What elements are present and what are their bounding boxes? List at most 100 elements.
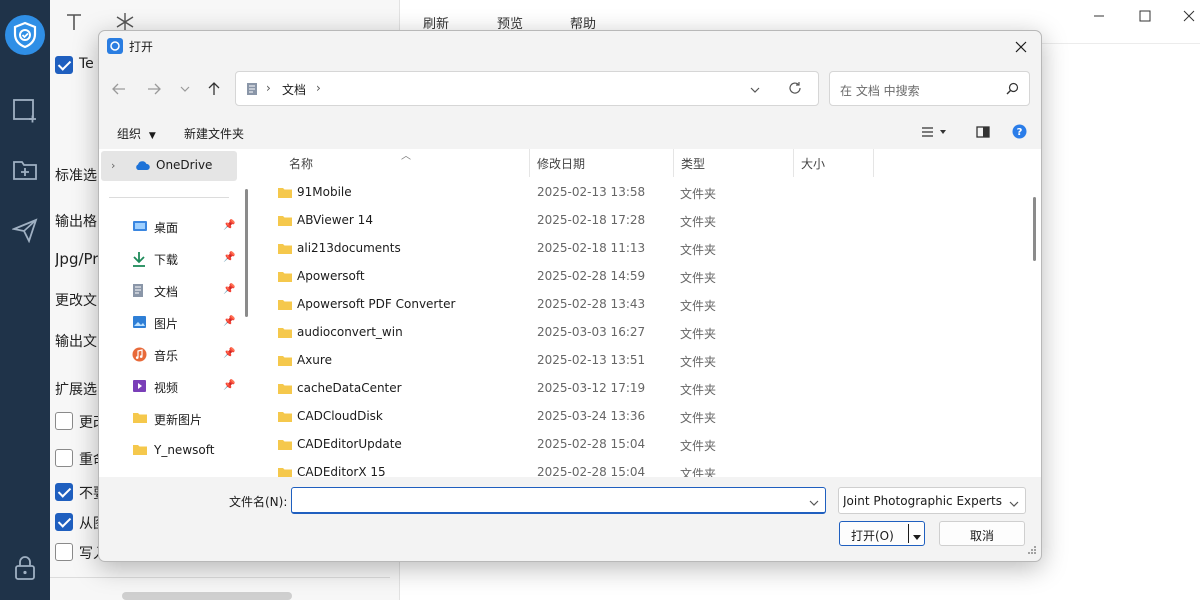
help-icon[interactable]: ? bbox=[1012, 124, 1027, 142]
output-format-label: 输出格 bbox=[55, 214, 97, 230]
column-header-date[interactable]: 修改日期 bbox=[530, 149, 673, 177]
table-row[interactable]: ABViewer 14 2025-02-18 17:28 文件夹 bbox=[255, 207, 1027, 235]
file-date: 2025-03-24 13:36 bbox=[537, 409, 646, 423]
table-row[interactable]: Axure 2025-02-13 13:51 文件夹 bbox=[255, 347, 1027, 375]
column-header-name[interactable]: ︿ 名称 bbox=[255, 149, 529, 177]
file-type: 文件夹 bbox=[680, 383, 717, 397]
column-header-type[interactable]: 类型 bbox=[674, 149, 793, 177]
table-row[interactable]: Apowersoft 2025-02-28 14:59 文件夹 bbox=[255, 263, 1027, 291]
panel-horizontal-scrollbar[interactable] bbox=[122, 592, 292, 600]
table-row[interactable]: 91Mobile 2025-02-13 13:58 文件夹 bbox=[255, 179, 1027, 207]
search-icon[interactable] bbox=[1006, 82, 1019, 99]
change-file-label: 更改文 bbox=[55, 293, 97, 309]
table-row[interactable]: CADCloudDisk 2025-03-24 13:36 文件夹 bbox=[255, 403, 1027, 431]
file-name: Axure bbox=[297, 353, 332, 367]
column-divider[interactable] bbox=[873, 149, 874, 177]
cancel-button-label: 取消 bbox=[969, 529, 994, 543]
filename-input[interactable] bbox=[296, 491, 796, 511]
top-checkbox[interactable] bbox=[55, 56, 73, 74]
add-folder-icon[interactable] bbox=[11, 156, 39, 184]
resize-grip-icon[interactable] bbox=[1027, 544, 1037, 559]
preview-pane-icon[interactable] bbox=[976, 126, 990, 141]
table-row[interactable]: cacheDataCenter 2025-03-12 17:19 文件夹 bbox=[255, 375, 1027, 403]
shield-logo-icon bbox=[5, 15, 45, 55]
organize-dropdown-icon: ▼ bbox=[148, 131, 156, 141]
breadcrumb-separator: › bbox=[266, 81, 271, 95]
pin-icon[interactable]: 📌 bbox=[223, 380, 235, 391]
table-row[interactable]: audioconvert_win 2025-03-03 16:27 文件夹 bbox=[255, 319, 1027, 347]
address-bar[interactable]: › 文档 › bbox=[235, 71, 819, 106]
open-options-dropdown-icon[interactable] bbox=[912, 530, 922, 545]
back-arrow-icon[interactable] bbox=[107, 77, 131, 101]
filename-history-dropdown-icon[interactable] bbox=[809, 495, 819, 510]
sidebar-item-updated-pictures[interactable]: 更新图片 bbox=[99, 405, 239, 433]
breadcrumb-documents[interactable]: 文档 bbox=[282, 81, 306, 98]
option-checkbox-4[interactable] bbox=[55, 513, 73, 531]
file-date: 2025-02-13 13:58 bbox=[537, 185, 646, 199]
up-arrow-icon[interactable] bbox=[202, 77, 226, 101]
close-icon[interactable] bbox=[1009, 35, 1033, 59]
file-type-filter[interactable]: Joint Photographic Experts Group bbox=[838, 487, 1026, 514]
nav-pane-scrollbar[interactable] bbox=[245, 189, 248, 317]
sidebar-item-documents[interactable]: 文档 📌 bbox=[99, 277, 239, 305]
folder-icon bbox=[277, 186, 293, 203]
option-checkbox-1[interactable] bbox=[55, 412, 73, 430]
sidebar-item-label: 文档 bbox=[154, 285, 179, 299]
lock-icon[interactable] bbox=[11, 554, 39, 582]
file-name: Apowersoft PDF Converter bbox=[297, 297, 456, 311]
table-row[interactable]: CADEditorX 15 2025-02-28 15:04 文件夹 bbox=[255, 459, 1027, 477]
pin-icon[interactable]: 📌 bbox=[223, 316, 235, 327]
search-box[interactable]: 在 文档 中搜索 bbox=[829, 71, 1030, 106]
organize-button[interactable]: 组织 ▼ bbox=[117, 125, 156, 142]
sidebar-item-y-newsoft[interactable]: Y_newsoft bbox=[99, 437, 239, 465]
send-icon[interactable] bbox=[11, 216, 39, 244]
add-file-icon[interactable] bbox=[11, 96, 39, 124]
maximize-icon[interactable] bbox=[1133, 4, 1157, 28]
document-icon bbox=[246, 82, 258, 100]
split-divider bbox=[908, 524, 909, 543]
open-file-dialog: 打开 › 文档 › 在 文档 中搜索 组织 ▼ 新建文件夹 ? › OneDri… bbox=[98, 30, 1042, 562]
refresh-icon[interactable] bbox=[788, 81, 802, 99]
file-type: 文件夹 bbox=[680, 187, 717, 201]
sidebar-item-videos[interactable]: 视频 📌 bbox=[99, 373, 239, 401]
filename-field[interactable] bbox=[291, 487, 826, 514]
new-folder-button[interactable]: 新建文件夹 bbox=[184, 125, 244, 142]
text-tool-icon[interactable] bbox=[62, 10, 86, 34]
recent-locations-chevron-icon[interactable] bbox=[173, 77, 197, 101]
column-header-size[interactable]: 大小 bbox=[794, 149, 873, 177]
sidebar-item-label: 下载 bbox=[154, 253, 179, 267]
sidebar-item-pictures[interactable]: 图片 📌 bbox=[99, 309, 239, 337]
open-button[interactable]: 打开(O) bbox=[839, 521, 925, 546]
pin-icon[interactable]: 📌 bbox=[223, 220, 235, 231]
table-row[interactable]: CADEditorUpdate 2025-02-28 15:04 文件夹 bbox=[255, 431, 1027, 459]
pin-icon[interactable]: 📌 bbox=[223, 284, 235, 295]
expand-chevron-icon[interactable]: › bbox=[111, 159, 115, 172]
sidebar-item-music[interactable]: 音乐 📌 bbox=[99, 341, 239, 369]
file-list-scrollbar[interactable] bbox=[1033, 197, 1036, 261]
sidebar-item-desktop[interactable]: 桌面 📌 bbox=[99, 213, 239, 241]
option-checkbox-3[interactable] bbox=[55, 483, 73, 501]
pin-icon[interactable]: 📌 bbox=[223, 348, 235, 359]
minimize-icon[interactable] bbox=[1087, 4, 1111, 28]
forward-arrow-icon[interactable] bbox=[142, 77, 166, 101]
address-dropdown-icon[interactable] bbox=[750, 82, 760, 97]
sidebar-item-onedrive[interactable]: › OneDrive bbox=[101, 151, 237, 181]
cancel-button[interactable]: 取消 bbox=[939, 521, 1025, 546]
table-row[interactable]: Apowersoft PDF Converter 2025-02-28 13:4… bbox=[255, 291, 1027, 319]
option-checkbox-5[interactable] bbox=[55, 543, 73, 561]
file-name: ali213documents bbox=[297, 241, 401, 255]
file-name: ABViewer 14 bbox=[297, 213, 373, 227]
cloud-icon bbox=[134, 160, 150, 175]
close-window-icon[interactable] bbox=[1177, 4, 1200, 28]
output-format-value[interactable]: Jpg/Pr bbox=[55, 250, 98, 268]
sidebar-item-downloads[interactable]: 下载 📌 bbox=[99, 245, 239, 273]
option-checkbox-2[interactable] bbox=[55, 449, 73, 467]
file-date: 2025-02-28 13:43 bbox=[537, 297, 646, 311]
file-date: 2025-03-12 17:19 bbox=[537, 381, 646, 395]
breadcrumb-separator-end[interactable]: › bbox=[316, 81, 321, 95]
command-bar: 组织 ▼ 新建文件夹 ? bbox=[99, 117, 1041, 149]
table-row[interactable]: ali213documents 2025-02-18 11:13 文件夹 bbox=[255, 235, 1027, 263]
pin-icon[interactable]: 📌 bbox=[223, 252, 235, 263]
chevron-down-icon[interactable] bbox=[1009, 496, 1019, 511]
view-options-icon[interactable] bbox=[921, 126, 947, 140]
